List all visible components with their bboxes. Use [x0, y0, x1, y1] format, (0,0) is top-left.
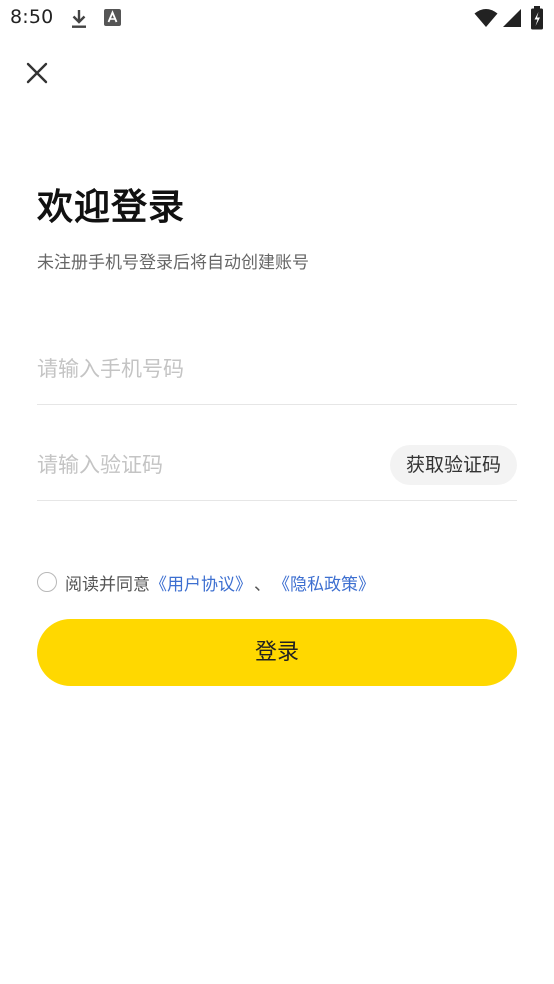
agreement-row: 阅读并同意 《用户协议》 、 《隐私政策》: [37, 570, 375, 595]
agreement-prefix: 阅读并同意: [65, 574, 150, 595]
page-title: 欢迎登录: [37, 187, 186, 228]
phone-input[interactable]: [37, 354, 507, 384]
login-screen: 8:50 欢迎登录 未注册手机号登录后将自动创建账号 请输入手机号码 请输入验证…: [0, 0, 554, 984]
user-agreement-link[interactable]: 《用户协议》: [150, 570, 252, 595]
status-time: 8:50: [10, 6, 54, 28]
page-subtitle: 未注册手机号登录后将自动创建账号: [37, 253, 309, 273]
code-field: 获取验证码: [37, 436, 517, 501]
a-icon: [104, 9, 121, 30]
privacy-policy-link[interactable]: 《隐私政策》: [273, 570, 375, 595]
close-icon: [26, 62, 48, 84]
download-icon: [70, 8, 88, 34]
agreement-checkbox[interactable]: [37, 572, 57, 592]
agreement-separator: 、: [254, 574, 271, 595]
phone-field: [37, 340, 517, 405]
signal-icon: [502, 8, 522, 32]
wifi-icon: [474, 8, 498, 32]
status-bar: 8:50: [0, 0, 554, 36]
get-code-button[interactable]: 获取验证码: [389, 445, 517, 485]
code-input[interactable]: [37, 450, 357, 480]
login-button[interactable]: 登录: [37, 619, 517, 686]
battery-icon: [530, 6, 544, 34]
close-button[interactable]: [20, 56, 54, 90]
